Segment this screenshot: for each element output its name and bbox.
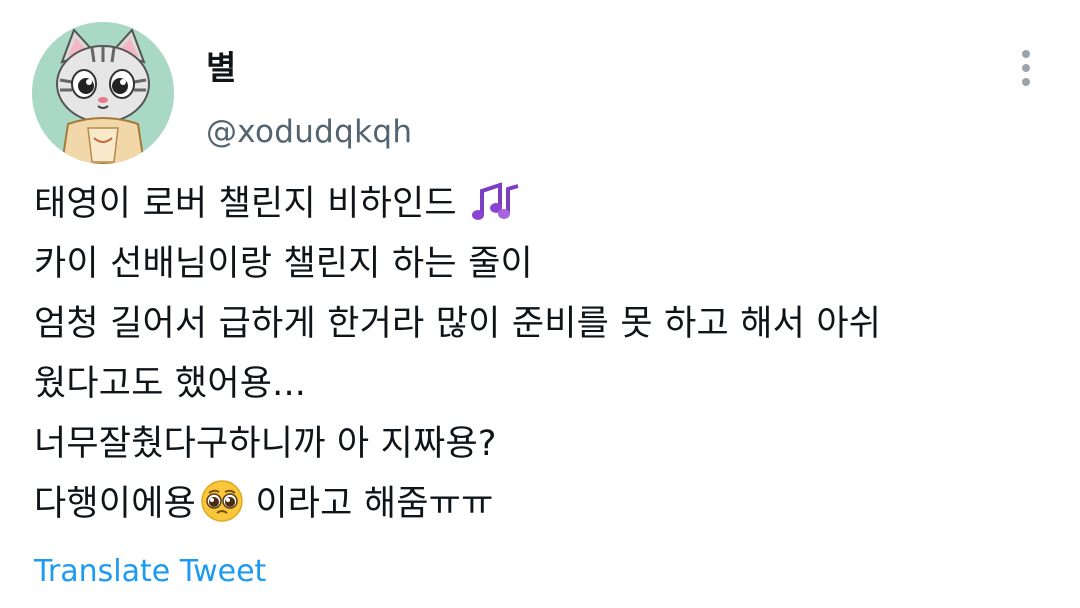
more-options-button[interactable] xyxy=(1008,44,1044,92)
tweet-line-text: 웠다고도 했어용... xyxy=(34,364,307,404)
tweet-line-text: 카이 선배님이랑 챌린지 하는 줄이 xyxy=(34,244,533,284)
tweet-text: 태영이 로버 챌린지 비하인드 카이 선배님이랑 챌린지 하는 줄이 엄청 길어… xyxy=(34,174,1064,534)
musical-notes-emoji xyxy=(472,182,519,220)
tweet-line-text: 태영이 로버 챌린지 비하인드 xyxy=(34,184,457,224)
pleading-face-emoji xyxy=(201,480,243,522)
tweet-line: 너무잘췄다구하니까 아 지짜용? xyxy=(34,414,1064,474)
avatar[interactable] xyxy=(32,22,174,164)
tweet-line: 엄청 길어서 급하게 한거라 많이 준비를 못 하고 해서 아쉬 xyxy=(34,294,1064,354)
user-handle[interactable]: @xodudqkqh xyxy=(206,110,412,154)
tweet-line-text: 너무잘췄다구하니까 아 지짜용? xyxy=(34,424,497,464)
translate-tweet-link[interactable]: Translate Tweet xyxy=(34,550,266,594)
tweet-line-text: 엄청 길어서 급하게 한거라 많이 준비를 못 하고 해서 아쉬 xyxy=(34,304,882,344)
tweet-line: 카이 선배님이랑 챌린지 하는 줄이 xyxy=(34,234,1064,294)
more-vertical-icon xyxy=(1022,50,1030,86)
tweet-line: 다행이에용 이라고 해줌ㅠㅠ xyxy=(34,474,1064,534)
cat-avatar-icon xyxy=(32,22,174,164)
tweet-line: 웠다고도 했어용... xyxy=(34,354,1064,414)
tweet-line-text: 이라고 해줌ㅠㅠ xyxy=(244,484,494,524)
tweet-line: 태영이 로버 챌린지 비하인드 xyxy=(34,174,1064,234)
tweet-line-text: 다행이에용 xyxy=(34,484,197,524)
display-name[interactable]: 별 xyxy=(206,46,236,90)
